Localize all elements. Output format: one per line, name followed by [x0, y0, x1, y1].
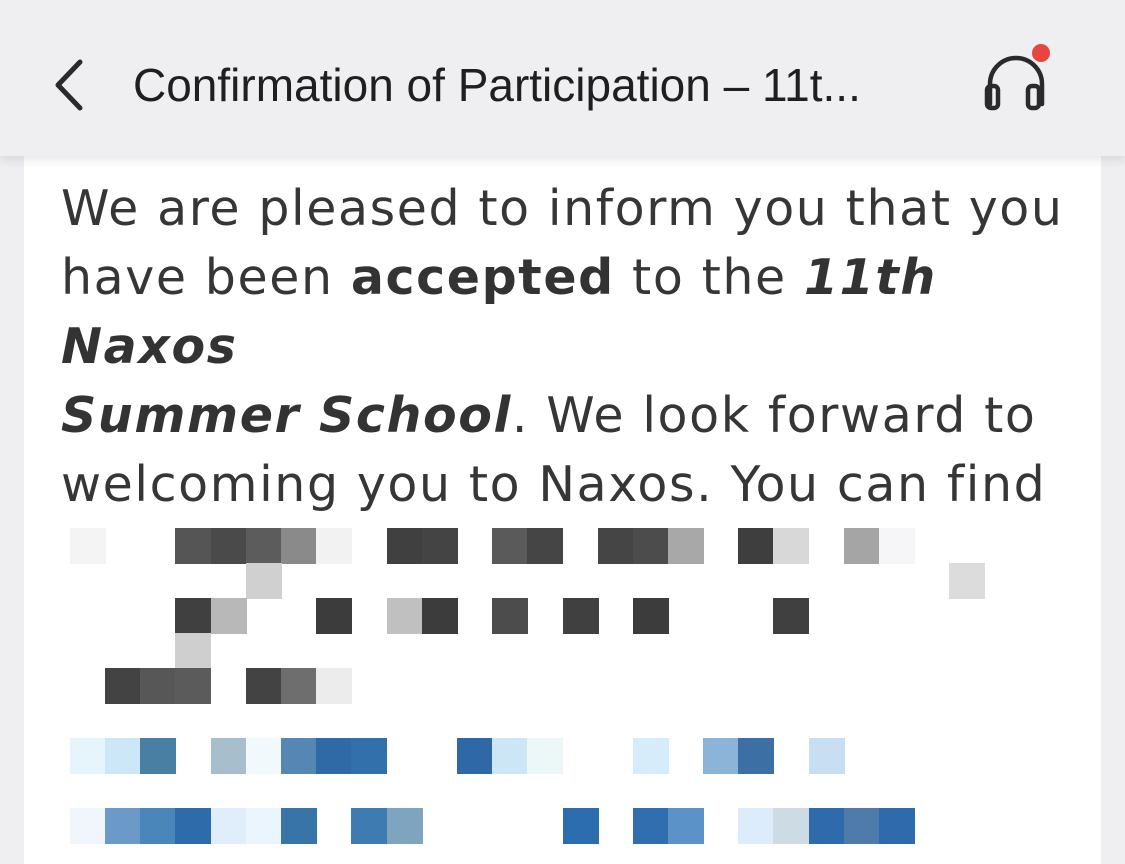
redaction-pixel	[175, 808, 211, 844]
redaction-pixel	[422, 528, 458, 564]
redaction-pixel	[211, 598, 247, 634]
redaction-pixel	[140, 738, 176, 774]
redaction-pixel	[316, 598, 352, 634]
listen-button[interactable]	[978, 40, 1054, 116]
redaction-pixel	[281, 808, 317, 844]
redaction-pixel	[175, 668, 211, 704]
redaction-pixel	[563, 598, 599, 634]
redaction-pixel	[105, 668, 141, 704]
redaction-pixel	[70, 808, 106, 844]
redaction-pixel	[527, 528, 563, 564]
redaction-pixel	[316, 738, 352, 774]
redaction-pixel	[773, 808, 809, 844]
redaction-pixel	[633, 808, 669, 844]
redaction-pixel	[246, 528, 282, 564]
redaction-pixel	[492, 598, 528, 634]
redaction-pixel	[633, 528, 669, 564]
redaction-pixel	[633, 738, 669, 774]
redaction-pixel	[492, 738, 528, 774]
redaction-pixel	[140, 668, 176, 704]
redaction-pixel	[211, 808, 247, 844]
redaction-pixel	[281, 738, 317, 774]
redaction-pixel	[879, 808, 915, 844]
redaction-pixel	[281, 668, 317, 704]
redaction-pixel	[773, 528, 809, 564]
redaction-pixel	[140, 808, 176, 844]
redaction-pixel	[351, 738, 387, 774]
redaction-pixel	[387, 528, 423, 564]
redaction-pixel	[175, 598, 211, 634]
redaction-pixel	[351, 808, 387, 844]
redaction-pixel	[668, 808, 704, 844]
redaction-pixel	[738, 528, 774, 564]
redaction-pixel	[246, 668, 282, 704]
redaction-pixel	[527, 738, 563, 774]
redaction-pixel	[316, 528, 352, 564]
redaction-pixel	[879, 528, 915, 564]
redaction-pixel	[316, 668, 352, 704]
redaction-pixel	[246, 563, 282, 599]
redaction-pixel	[492, 528, 528, 564]
redaction-pixel	[773, 598, 809, 634]
notification-badge	[1032, 44, 1050, 62]
redaction-pixel	[844, 528, 880, 564]
redaction-pixel	[457, 738, 493, 774]
redaction-pixel	[422, 598, 458, 634]
redaction-pixel	[738, 808, 774, 844]
redaction-pixel	[70, 528, 106, 564]
redaction-pixel	[211, 528, 247, 564]
redaction-pixel	[211, 738, 247, 774]
pixelated-redaction	[24, 156, 1101, 864]
redaction-pixel	[703, 738, 739, 774]
redaction-pixel	[105, 738, 141, 774]
redaction-pixel	[246, 808, 282, 844]
redaction-pixel	[281, 528, 317, 564]
page-title: Confirmation of Participation – 11t...	[133, 59, 861, 111]
redaction-pixel	[738, 738, 774, 774]
message-card: We are pleased to inform you that you ha…	[24, 156, 1101, 864]
redaction-pixel	[387, 598, 423, 634]
back-button[interactable]	[40, 50, 100, 120]
redaction-pixel	[70, 738, 106, 774]
redaction-pixel	[844, 808, 880, 844]
redaction-pixel	[809, 808, 845, 844]
redaction-pixel	[949, 563, 985, 599]
chevron-left-icon	[55, 59, 83, 111]
redaction-pixel	[633, 598, 669, 634]
redaction-pixel	[105, 808, 141, 844]
redaction-pixel	[809, 738, 845, 774]
app-header: Confirmation of Participation – 11t...	[0, 0, 1125, 156]
redaction-pixel	[246, 738, 282, 774]
redaction-pixel	[387, 808, 423, 844]
redaction-pixel	[175, 528, 211, 564]
redaction-pixel	[598, 528, 634, 564]
redaction-pixel	[668, 528, 704, 564]
redaction-pixel	[175, 633, 211, 669]
redaction-pixel	[563, 808, 599, 844]
